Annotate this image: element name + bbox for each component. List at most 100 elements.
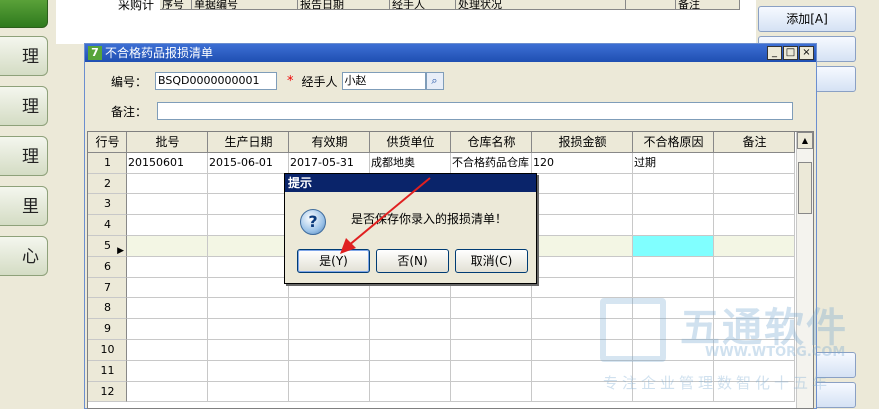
close-button[interactable]: × <box>799 46 814 60</box>
col-header: 备注 <box>714 132 795 153</box>
table-cell[interactable] <box>208 298 289 320</box>
left-nav-button[interactable] <box>0 0 48 28</box>
minimize-button[interactable]: _ <box>767 46 782 60</box>
table-cell[interactable] <box>451 339 532 361</box>
table-cell[interactable] <box>714 194 795 216</box>
col-header: 生产日期 <box>208 132 289 153</box>
table-cell[interactable] <box>532 235 633 257</box>
table-cell[interactable] <box>208 339 289 361</box>
watermark-slogan: 专注企业管理数智化十五年 <box>603 374 832 392</box>
current-row-arrow-icon: ▶ <box>117 245 124 256</box>
table-cell[interactable] <box>451 381 532 403</box>
table-cell[interactable] <box>127 277 208 299</box>
app-logo-icon: 7 <box>88 46 102 60</box>
table-cell[interactable]: 成都地奥 <box>370 152 451 174</box>
table-cell[interactable] <box>714 215 795 236</box>
table-cell[interactable] <box>127 173 208 195</box>
col-header: 报损金额 <box>532 132 633 153</box>
add-button[interactable]: 添加[A] <box>758 6 856 32</box>
row-number: 7 <box>88 277 127 299</box>
table-cell[interactable] <box>370 339 451 361</box>
table-cell[interactable] <box>208 277 289 299</box>
table-cell[interactable] <box>127 256 208 278</box>
row-number: 1 <box>88 152 127 174</box>
table-cell[interactable] <box>532 194 633 216</box>
no-button[interactable]: 否(N) <box>376 249 449 273</box>
row-number: 10 <box>88 339 127 361</box>
table-cell[interactable] <box>208 319 289 340</box>
table-cell[interactable] <box>633 194 714 216</box>
table-cell[interactable] <box>289 298 370 320</box>
table-cell[interactable] <box>289 319 370 340</box>
table-cell[interactable] <box>633 235 714 257</box>
table-cell[interactable] <box>289 381 370 403</box>
table-cell[interactable] <box>289 360 370 382</box>
handler-field[interactable]: 小赵 <box>341 72 426 90</box>
table-cell[interactable] <box>633 215 714 236</box>
table-cell[interactable] <box>370 298 451 320</box>
table-cell[interactable] <box>633 173 714 195</box>
grid-header-row: 行号 批号 生产日期 有效期 供货单位 仓库名称 报损金额 不合格原因 备注 <box>88 132 813 153</box>
table-cell[interactable] <box>127 319 208 340</box>
row-number: 11 <box>88 360 127 382</box>
table-cell[interactable]: 过期 <box>633 152 714 174</box>
table-cell[interactable] <box>208 215 289 236</box>
number-field[interactable]: BSQD0000000001 <box>155 72 277 90</box>
table-cell[interactable] <box>714 256 795 278</box>
table-cell[interactable]: 不合格药品仓库 <box>451 152 532 174</box>
left-nav-button[interactable]: 理 <box>0 36 48 76</box>
table-cell[interactable] <box>127 194 208 216</box>
left-nav-button[interactable]: 心 <box>0 236 48 276</box>
table-cell[interactable] <box>127 339 208 361</box>
table-cell[interactable] <box>127 298 208 320</box>
table-cell[interactable] <box>714 152 795 174</box>
required-mark: * <box>287 73 294 89</box>
table-cell[interactable] <box>208 360 289 382</box>
table-cell[interactable] <box>633 256 714 278</box>
scroll-thumb[interactable] <box>798 162 812 214</box>
table-cell[interactable] <box>208 381 289 403</box>
table-cell[interactable]: 2015-06-01 <box>208 152 289 174</box>
remark-field[interactable] <box>157 102 793 120</box>
table-cell[interactable]: 20150601 <box>127 152 208 174</box>
dialog-title: 提示 <box>285 174 536 192</box>
scroll-up-icon[interactable]: ▲ <box>797 132 813 149</box>
left-nav-button[interactable]: 理 <box>0 86 48 126</box>
table-cell[interactable]: 120 <box>532 152 633 174</box>
table-cell[interactable] <box>127 235 208 257</box>
search-icon[interactable]: ⌕ <box>425 72 444 90</box>
table-cell[interactable] <box>208 235 289 257</box>
remark-label: 备注： <box>111 104 148 119</box>
table-cell[interactable] <box>451 319 532 340</box>
table-cell[interactable] <box>532 215 633 236</box>
table-cell[interactable] <box>714 235 795 257</box>
table-cell[interactable] <box>370 319 451 340</box>
table-row[interactable]: 1 20150601 2015-06-01 2017-05-31 成都地奥 不合格药品仓库… <box>88 152 813 174</box>
table-cell[interactable] <box>289 339 370 361</box>
table-cell[interactable] <box>208 256 289 278</box>
table-cell[interactable]: 2017-05-31 <box>289 152 370 174</box>
yes-button[interactable]: 是(Y) <box>297 249 370 273</box>
bg-col-header: 备注 <box>676 0 740 10</box>
table-cell[interactable] <box>532 256 633 278</box>
handler-label: 经手人 <box>301 74 338 89</box>
table-cell[interactable] <box>370 381 451 403</box>
table-cell[interactable] <box>127 215 208 236</box>
table-cell[interactable] <box>127 360 208 382</box>
table-cell[interactable] <box>451 360 532 382</box>
left-nav-button[interactable]: 里 <box>0 186 48 226</box>
table-cell[interactable] <box>208 173 289 195</box>
table-cell[interactable] <box>451 298 532 320</box>
table-cell[interactable] <box>532 173 633 195</box>
table-cell[interactable] <box>208 194 289 216</box>
bg-col-header: 经手人 <box>390 0 456 10</box>
table-cell[interactable] <box>370 360 451 382</box>
maximize-button[interactable]: □ <box>783 46 798 60</box>
vertical-scrollbar[interactable]: ▲ <box>796 132 813 408</box>
cancel-button[interactable]: 取消(C) <box>455 249 528 273</box>
table-cell[interactable] <box>532 277 633 299</box>
number-label: 编号： <box>111 74 148 89</box>
table-cell[interactable] <box>127 381 208 403</box>
table-cell[interactable] <box>714 173 795 195</box>
left-nav-button[interactable]: 理 <box>0 136 48 176</box>
